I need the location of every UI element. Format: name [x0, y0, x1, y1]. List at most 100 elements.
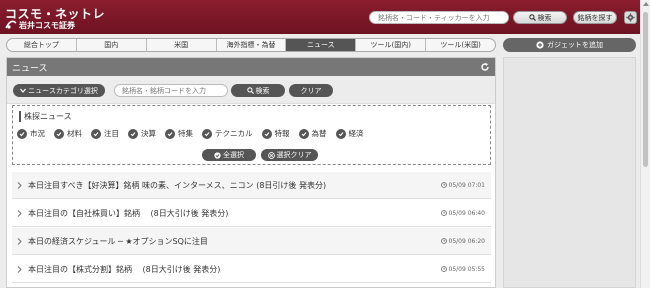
filter-checkbox-scoop[interactable]: 特報: [261, 128, 290, 139]
logo-company-name: 岩井コスモ証券: [19, 21, 75, 30]
tab-domestic[interactable]: 国内: [77, 39, 147, 51]
news-toolbar: ニュースカテゴリ選択 検索 クリア: [7, 76, 495, 104]
news-title[interactable]: 本日注目の【株式分割】銘柄 (8日大引け後 発表分): [28, 264, 220, 275]
clock-icon: [440, 210, 447, 216]
news-timestamp: 05/09 05:55: [440, 265, 486, 273]
search-icon: [246, 87, 254, 94]
filter-checkbox-technical[interactable]: テクニカル: [202, 128, 253, 139]
news-panel-header: ニュース: [7, 58, 495, 76]
logo-mark-icon: [5, 20, 17, 29]
filter-label: 材料: [67, 129, 82, 138]
news-row[interactable]: 本日注目すべき【好決算】銘柄 味の素、インターメス、ニコン (8日引け後 発表分…: [12, 172, 491, 199]
chevron-right-icon: [17, 210, 22, 217]
news-list: 本日注目すべき【好決算】銘柄 味の素、インターメス、ニコン (8日引け後 発表分…: [12, 172, 491, 284]
news-clear-label: クリア: [300, 86, 322, 95]
keyword-input[interactable]: [114, 84, 228, 97]
news-row[interactable]: 本日注目の【自社株買い】銘柄 (8日大引け後 発表分) 05/09 06:40: [12, 200, 491, 227]
chevron-right-icon: [17, 182, 22, 189]
search-icon: [528, 14, 536, 21]
news-search-button[interactable]: 検索: [231, 84, 285, 97]
news-timestamp: 05/09 06:20: [440, 237, 486, 245]
filter-checkbox-earnings[interactable]: 決算: [128, 128, 156, 139]
news-filter-box: 株探ニュース 市況 材料 注目 決算 特集 テクニカル 特報 為替 経済 全選択…: [12, 105, 491, 165]
news-row[interactable]: 本日注目の【株式分割】銘柄 (8日大引け後 発表分) 05/09 05:55: [12, 256, 491, 283]
plus-circle-icon: [536, 41, 544, 49]
check-icon: [298, 128, 309, 139]
news-category-label: ニュースカテゴリ選択: [28, 86, 98, 95]
tab-us[interactable]: 米国: [147, 39, 217, 51]
filter-checkbox-fx[interactable]: 為替: [298, 128, 327, 139]
scroll-up-arrow-icon[interactable]: [643, 2, 649, 6]
symbol-search-input[interactable]: [369, 11, 509, 24]
news-time-text: 05/09 05:55: [448, 265, 486, 273]
filter-checkbox-market[interactable]: 市況: [17, 128, 45, 139]
select-all-label: 全選択: [223, 151, 244, 159]
clock-icon: [440, 238, 447, 244]
news-search-label: 検索: [255, 86, 270, 95]
header-search-label: 検索: [537, 13, 552, 22]
add-gadget-button[interactable]: ガジェットを追加: [503, 38, 636, 52]
filter-label: 特集: [178, 129, 193, 138]
filter-checkbox-attention[interactable]: 注目: [91, 128, 119, 139]
check-circle-icon: [214, 151, 221, 159]
find-symbol-label: 銘柄を探す: [577, 13, 613, 22]
check-icon: [335, 128, 346, 139]
gadget-side-pane: [503, 57, 636, 288]
page-scrollbar[interactable]: [640, 0, 650, 288]
news-time-text: 05/09 06:20: [448, 237, 486, 245]
news-title[interactable]: 本日の経済スケジュール ─ ★オプションSQに注目: [28, 236, 208, 247]
check-icon: [261, 128, 272, 139]
news-timestamp: 05/09 06:40: [440, 209, 486, 217]
app-header: コスモ・ネットレ 岩井コスモ証券 検索 銘柄を探す: [0, 0, 640, 34]
scrollbar-thumb[interactable]: [643, 12, 648, 167]
filter-label: 決算: [141, 129, 156, 138]
chevron-down-icon: [20, 88, 27, 93]
filter-label: 市況: [30, 129, 45, 138]
tab-overseas-fx[interactable]: 海外指標・為替: [217, 39, 287, 51]
refresh-icon[interactable]: [480, 62, 490, 72]
filter-source-title: 株探ニュース: [19, 111, 72, 122]
filter-label: テクニカル: [215, 129, 253, 138]
news-row[interactable]: 本日の経済スケジュール ─ ★オプションSQに注目 05/09 06:20: [12, 228, 491, 255]
main-tab-bar: 総合トップ 国内 米国 海外指標・為替 ニュース ツール(国内) ツール(米国): [6, 38, 496, 52]
select-all-button[interactable]: 全選択: [202, 149, 256, 161]
chevron-right-icon: [17, 266, 22, 273]
check-icon: [91, 128, 101, 139]
chevron-right-icon: [17, 238, 22, 245]
clock-icon: [440, 266, 447, 272]
filter-label: 特報: [274, 129, 290, 138]
check-icon: [54, 128, 64, 139]
filter-checkbox-feature[interactable]: 特集: [165, 128, 193, 139]
news-panel: ニュース ニュースカテゴリ選択 検索 クリア 株探ニュース 市況 材料 注目 決…: [6, 57, 496, 288]
filter-checkbox-economy[interactable]: 経済: [335, 128, 364, 139]
gear-icon: [626, 13, 635, 22]
filter-label: 為替: [311, 129, 327, 138]
clear-selection-label: 選択クリア: [276, 151, 312, 159]
header-search-button[interactable]: 検索: [513, 11, 567, 24]
news-title[interactable]: 本日注目の【自社株買い】銘柄 (8日大引け後 発表分): [28, 208, 228, 219]
news-clear-button[interactable]: クリア: [289, 84, 333, 97]
news-category-button[interactable]: ニュースカテゴリ選択: [13, 84, 105, 97]
add-gadget-label: ガジェットを追加: [547, 41, 603, 49]
filter-checkbox-materials[interactable]: 材料: [54, 128, 82, 139]
check-icon: [202, 128, 212, 139]
clear-selection-button[interactable]: 選択クリア: [261, 149, 318, 161]
settings-button[interactable]: [624, 11, 637, 24]
news-timestamp: 05/09 07:01: [440, 181, 486, 189]
clock-icon: [440, 182, 447, 188]
news-time-text: 05/09 06:40: [448, 209, 486, 217]
news-title[interactable]: 本日注目すべき【好決算】銘柄 味の素、インターメス、ニコン (8日引け後 発表分…: [28, 180, 326, 191]
news-panel-title: ニュース: [12, 63, 48, 74]
filter-label: 経済: [348, 129, 364, 138]
tab-news[interactable]: ニュース: [286, 39, 357, 51]
check-icon: [17, 128, 27, 139]
find-symbol-button[interactable]: 銘柄を探す: [573, 11, 617, 24]
check-icon: [165, 128, 175, 139]
filter-checkbox-list: 市況 材料 注目 決算 特集 テクニカル 特報 為替 経済: [17, 128, 373, 139]
tab-top[interactable]: 総合トップ: [7, 39, 77, 51]
tab-tools-us[interactable]: ツール(米国): [426, 39, 495, 51]
tab-tools-domestic[interactable]: ツール(国内): [356, 39, 427, 51]
filter-label: 注目: [104, 129, 119, 138]
check-icon: [128, 128, 138, 139]
news-time-text: 05/09 07:01: [448, 181, 486, 189]
